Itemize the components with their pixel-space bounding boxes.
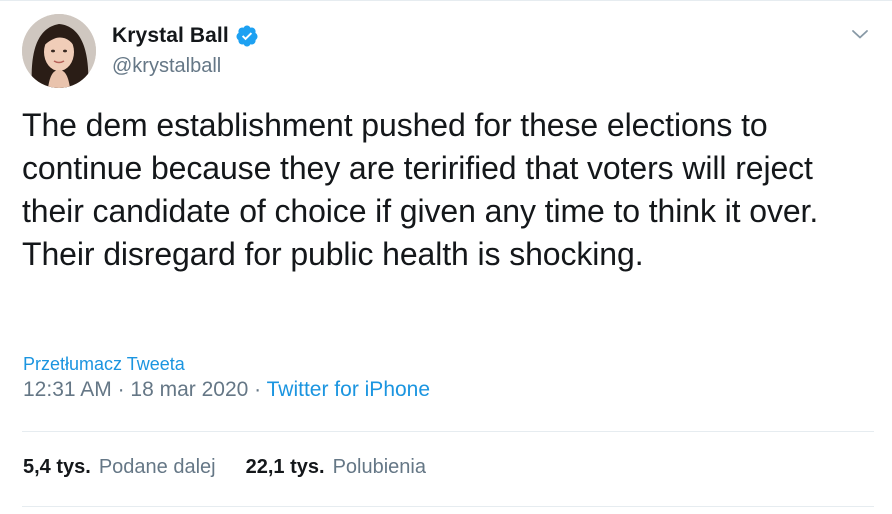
likes-label: Polubienia: [332, 456, 426, 478]
divider: [22, 506, 874, 507]
likes-stat[interactable]: 22,1 tys. Polubienia: [246, 456, 426, 479]
translate-tweet-link[interactable]: Przetłumacz Tweeta: [23, 354, 185, 375]
retweets-stat[interactable]: 5,4 tys. Podane dalej: [23, 456, 216, 479]
separator-dot: ·: [254, 378, 267, 401]
retweets-count: 5,4 tys.: [23, 456, 91, 478]
author-name[interactable]: Krystal Ball: [112, 24, 229, 48]
tweet-date[interactable]: 18 mar 2020: [130, 378, 248, 401]
tweet-time[interactable]: 12:31 AM: [23, 378, 112, 401]
retweets-label: Podane dalej: [98, 456, 216, 478]
likes-count: 22,1 tys.: [245, 456, 325, 478]
author-handle[interactable]: @krystalball: [112, 55, 221, 78]
tweet-stats: 5,4 tys. Podane dalej 22,1 tys. Polubien…: [23, 456, 456, 479]
top-border: [0, 0, 892, 1]
separator-dot: ·: [117, 378, 131, 401]
divider: [22, 431, 874, 432]
tweet-meta: 12:31 AM · 18 mar 2020 · Twitter for iPh…: [23, 378, 430, 402]
avatar-image: [22, 14, 96, 88]
tweet-text: The dem establishment pushed for these e…: [22, 107, 819, 272]
author-name-row[interactable]: Krystal Ball: [112, 24, 259, 48]
tweet-source[interactable]: Twitter for iPhone: [267, 378, 430, 401]
chevron-down-icon[interactable]: [848, 22, 872, 46]
avatar[interactable]: [22, 14, 96, 88]
verified-badge-icon: [235, 24, 259, 48]
